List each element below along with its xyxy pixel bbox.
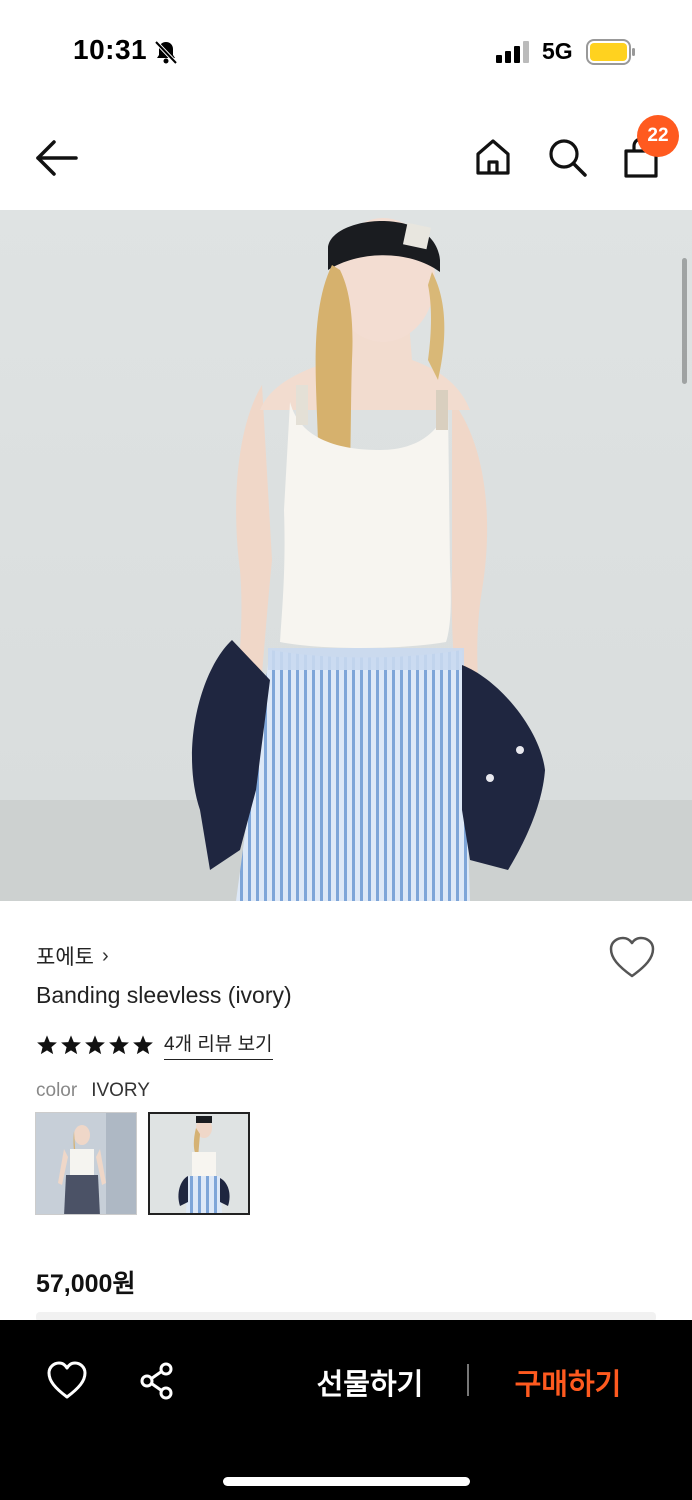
status-bar: 10:31 5G — [0, 0, 692, 100]
cart-count-badge: 22 — [637, 115, 679, 157]
color-row: color IVORY — [36, 1080, 150, 1102]
brand-link[interactable]: 포에토 › — [36, 941, 109, 971]
product-main-image[interactable] — [0, 210, 692, 901]
home-icon[interactable] — [470, 134, 516, 180]
rating-row: 4개 리뷰 보기 — [36, 1029, 273, 1060]
divider — [467, 1364, 469, 1396]
review-link[interactable]: 4개 리뷰 보기 — [164, 1029, 273, 1060]
chevron-right-icon: › — [101, 944, 109, 967]
top-nav — [0, 100, 692, 210]
signal-icon — [496, 41, 529, 63]
rating-stars — [36, 1034, 154, 1056]
product-thumbnail-selected[interactable] — [148, 1112, 250, 1215]
product-price: 57,000원 — [36, 1270, 136, 1298]
star-icon — [61, 1034, 81, 1054]
star-icon — [37, 1034, 57, 1054]
color-value: IVORY — [91, 1080, 150, 1101]
status-time: 10:31 — [73, 34, 148, 65]
battery-icon — [586, 39, 635, 65]
bottom-action-bar — [0, 1320, 692, 1500]
share-icon[interactable] — [138, 1361, 178, 1401]
star-icon — [109, 1034, 129, 1054]
home-indicator[interactable] — [223, 1477, 470, 1486]
star-icon — [85, 1034, 105, 1054]
back-arrow-icon[interactable] — [30, 134, 82, 182]
image-scroll-indicator — [682, 258, 687, 384]
star-icon — [133, 1034, 153, 1054]
heart-icon[interactable] — [608, 936, 656, 980]
color-label: color — [36, 1080, 78, 1101]
gift-button[interactable]: 선물하기 — [280, 1356, 460, 1408]
heart-icon[interactable] — [46, 1361, 88, 1401]
product-thumbnail[interactable] — [35, 1112, 137, 1215]
product-title: Banding sleevless (ivory) — [36, 982, 292, 1008]
brand-name: 포에토 — [36, 946, 94, 969]
network-type: 5G — [542, 38, 573, 64]
search-icon[interactable] — [544, 134, 590, 180]
buy-button[interactable]: 구매하기 — [478, 1356, 658, 1408]
bell-off-icon — [154, 40, 178, 65]
